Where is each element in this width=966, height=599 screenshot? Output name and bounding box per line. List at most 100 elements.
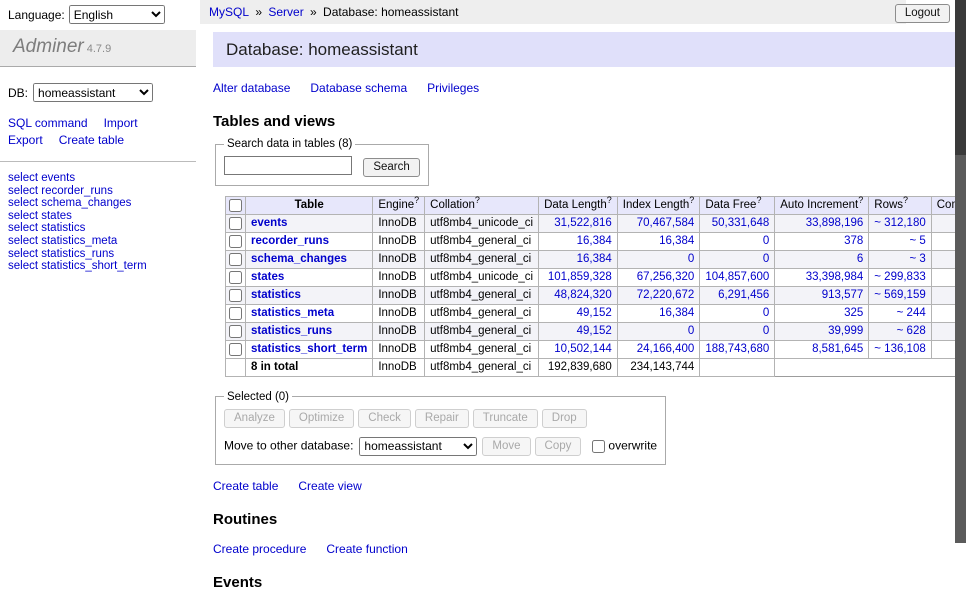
column-help-link[interactable]: ? — [903, 195, 908, 205]
table-link-schema_changes[interactable]: schema_changes — [251, 253, 347, 265]
link-create-procedure[interactable]: Create procedure — [213, 542, 306, 556]
cell-data-free[interactable]: 0 — [763, 307, 769, 319]
search-button[interactable]: Search — [363, 158, 419, 177]
bulk-drop-button[interactable]: Drop — [542, 409, 587, 428]
link-create-function[interactable]: Create function — [326, 542, 407, 556]
cell-auto-increment[interactable]: 33,898,196 — [806, 217, 864, 229]
cell-index-length[interactable]: 72,220,672 — [637, 289, 695, 301]
cell-data-length[interactable]: 10,502,144 — [554, 343, 612, 355]
table-link-states[interactable]: states — [251, 271, 284, 283]
move-button[interactable]: Move — [482, 437, 530, 456]
search-input[interactable] — [224, 156, 352, 175]
column-help-link[interactable]: ? — [475, 195, 480, 205]
link-create-view[interactable]: Create view — [298, 479, 361, 493]
sidebar-select-recorder-runs[interactable]: select recorder_runs — [8, 185, 188, 198]
cell-rows[interactable]: ~ 628 — [897, 325, 926, 337]
nav-link-alter-database[interactable]: Alter database — [213, 81, 290, 95]
overwrite-label[interactable]: overwrite — [608, 438, 657, 452]
sidebar-select-states[interactable]: select states — [8, 210, 188, 223]
bulk-check-button[interactable]: Check — [358, 409, 411, 428]
cell-auto-increment[interactable]: 913,577 — [822, 289, 864, 301]
cell-data-length[interactable]: 31,522,816 — [554, 217, 612, 229]
sidebar-link-import[interactable]: Import — [104, 116, 138, 130]
cell-auto-increment[interactable]: 325 — [844, 307, 863, 319]
column-help-link[interactable]: ? — [858, 195, 863, 205]
overwrite-checkbox[interactable] — [592, 440, 605, 453]
row-checkbox-recorder_runs[interactable] — [229, 235, 242, 248]
cell-auto-increment[interactable]: 6 — [857, 253, 863, 265]
sidebar-select-schema-changes[interactable]: select schema_changes — [8, 197, 188, 210]
cell-index-length[interactable]: 70,467,584 — [637, 217, 695, 229]
sidebar-link-export[interactable]: Export — [8, 133, 43, 147]
cell-data-free[interactable]: 0 — [763, 253, 769, 265]
table-link-statistics_short_term[interactable]: statistics_short_term — [251, 343, 367, 355]
nav-link-privileges[interactable]: Privileges — [427, 81, 479, 95]
db-select[interactable]: homeassistant — [33, 83, 153, 102]
sidebar-select-statistics[interactable]: select statistics — [8, 222, 188, 235]
breadcrumb-link-server[interactable]: Server — [268, 5, 303, 19]
select-all-checkbox[interactable] — [229, 199, 242, 212]
cell-rows[interactable]: ~ 569,159 — [874, 289, 925, 301]
row-checkbox-events[interactable] — [229, 217, 242, 230]
row-checkbox-schema_changes[interactable] — [229, 253, 242, 266]
bulk-repair-button[interactable]: Repair — [415, 409, 469, 428]
cell-data-free[interactable]: 104,857,600 — [705, 271, 769, 283]
cell-data-free[interactable]: 188,743,680 — [705, 343, 769, 355]
row-checkbox-statistics_short_term[interactable] — [229, 343, 242, 356]
cell-data-length[interactable]: 49,152 — [577, 307, 612, 319]
bulk-optimize-button[interactable]: Optimize — [289, 409, 354, 428]
row-checkbox-statistics[interactable] — [229, 289, 242, 302]
move-db-select[interactable]: homeassistant — [359, 437, 477, 456]
bulk-analyze-button[interactable]: Analyze — [224, 409, 285, 428]
sidebar-select-statistics-runs[interactable]: select statistics_runs — [8, 248, 188, 261]
cell-auto-increment[interactable]: 33,398,984 — [806, 271, 864, 283]
cell-auto-increment[interactable]: 378 — [844, 235, 863, 247]
bulk-truncate-button[interactable]: Truncate — [473, 409, 538, 428]
cell-data-free[interactable]: 0 — [763, 325, 769, 337]
cell-data-length[interactable]: 16,384 — [577, 253, 612, 265]
column-help-link[interactable]: ? — [689, 195, 694, 205]
cell-index-length[interactable]: 0 — [688, 253, 694, 265]
cell-index-length[interactable]: 24,166,400 — [637, 343, 695, 355]
cell-data-length[interactable]: 49,152 — [577, 325, 612, 337]
table-link-statistics_runs[interactable]: statistics_runs — [251, 325, 332, 337]
cell-data-free[interactable]: 0 — [763, 235, 769, 247]
cell-index-length[interactable]: 16,384 — [659, 235, 694, 247]
cell-data-length[interactable]: 101,859,328 — [548, 271, 612, 283]
cell-rows[interactable]: ~ 299,833 — [874, 271, 925, 283]
cell-index-length[interactable]: 0 — [688, 325, 694, 337]
row-checkbox-statistics_meta[interactable] — [229, 307, 242, 320]
cell-data-length[interactable]: 16,384 — [577, 235, 612, 247]
table-link-recorder_runs[interactable]: recorder_runs — [251, 235, 329, 247]
scrollbar[interactable] — [955, 0, 966, 543]
breadcrumb-link-mysql[interactable]: MySQL — [209, 5, 249, 19]
language-select[interactable]: English — [69, 5, 165, 24]
cell-rows[interactable]: ~ 136,108 — [874, 343, 925, 355]
cell-rows[interactable]: ~ 3 — [909, 253, 925, 265]
cell-auto-increment[interactable]: 39,999 — [828, 325, 863, 337]
copy-button[interactable]: Copy — [535, 437, 582, 456]
scrollbar-thumb[interactable] — [955, 0, 966, 155]
cell-auto-increment[interactable]: 8,581,645 — [812, 343, 863, 355]
sidebar-select-statistics-meta[interactable]: select statistics_meta — [8, 235, 188, 248]
table-link-events[interactable]: events — [251, 217, 287, 229]
table-link-statistics_meta[interactable]: statistics_meta — [251, 307, 334, 319]
cell-data-length[interactable]: 48,824,320 — [554, 289, 612, 301]
cell-rows[interactable]: ~ 5 — [909, 235, 925, 247]
logout-button[interactable]: Logout — [895, 4, 950, 23]
cell-index-length[interactable]: 16,384 — [659, 307, 694, 319]
row-checkbox-states[interactable] — [229, 271, 242, 284]
sidebar-select-events[interactable]: select events — [8, 172, 188, 185]
cell-data-free[interactable]: 50,331,648 — [712, 217, 770, 229]
row-checkbox-statistics_runs[interactable] — [229, 325, 242, 338]
column-help-link[interactable]: ? — [414, 195, 419, 205]
cell-rows[interactable]: ~ 312,180 — [874, 217, 925, 229]
sidebar-link-create-table[interactable]: Create table — [59, 133, 124, 147]
sidebar-select-statistics-short-term[interactable]: select statistics_short_term — [8, 260, 188, 273]
column-help-link[interactable]: ? — [607, 195, 612, 205]
cell-index-length[interactable]: 67,256,320 — [637, 271, 695, 283]
sidebar-link-sql-command[interactable]: SQL command — [8, 116, 88, 130]
cell-data-free[interactable]: 6,291,456 — [718, 289, 769, 301]
nav-link-database-schema[interactable]: Database schema — [310, 81, 407, 95]
link-create-table[interactable]: Create table — [213, 479, 278, 493]
